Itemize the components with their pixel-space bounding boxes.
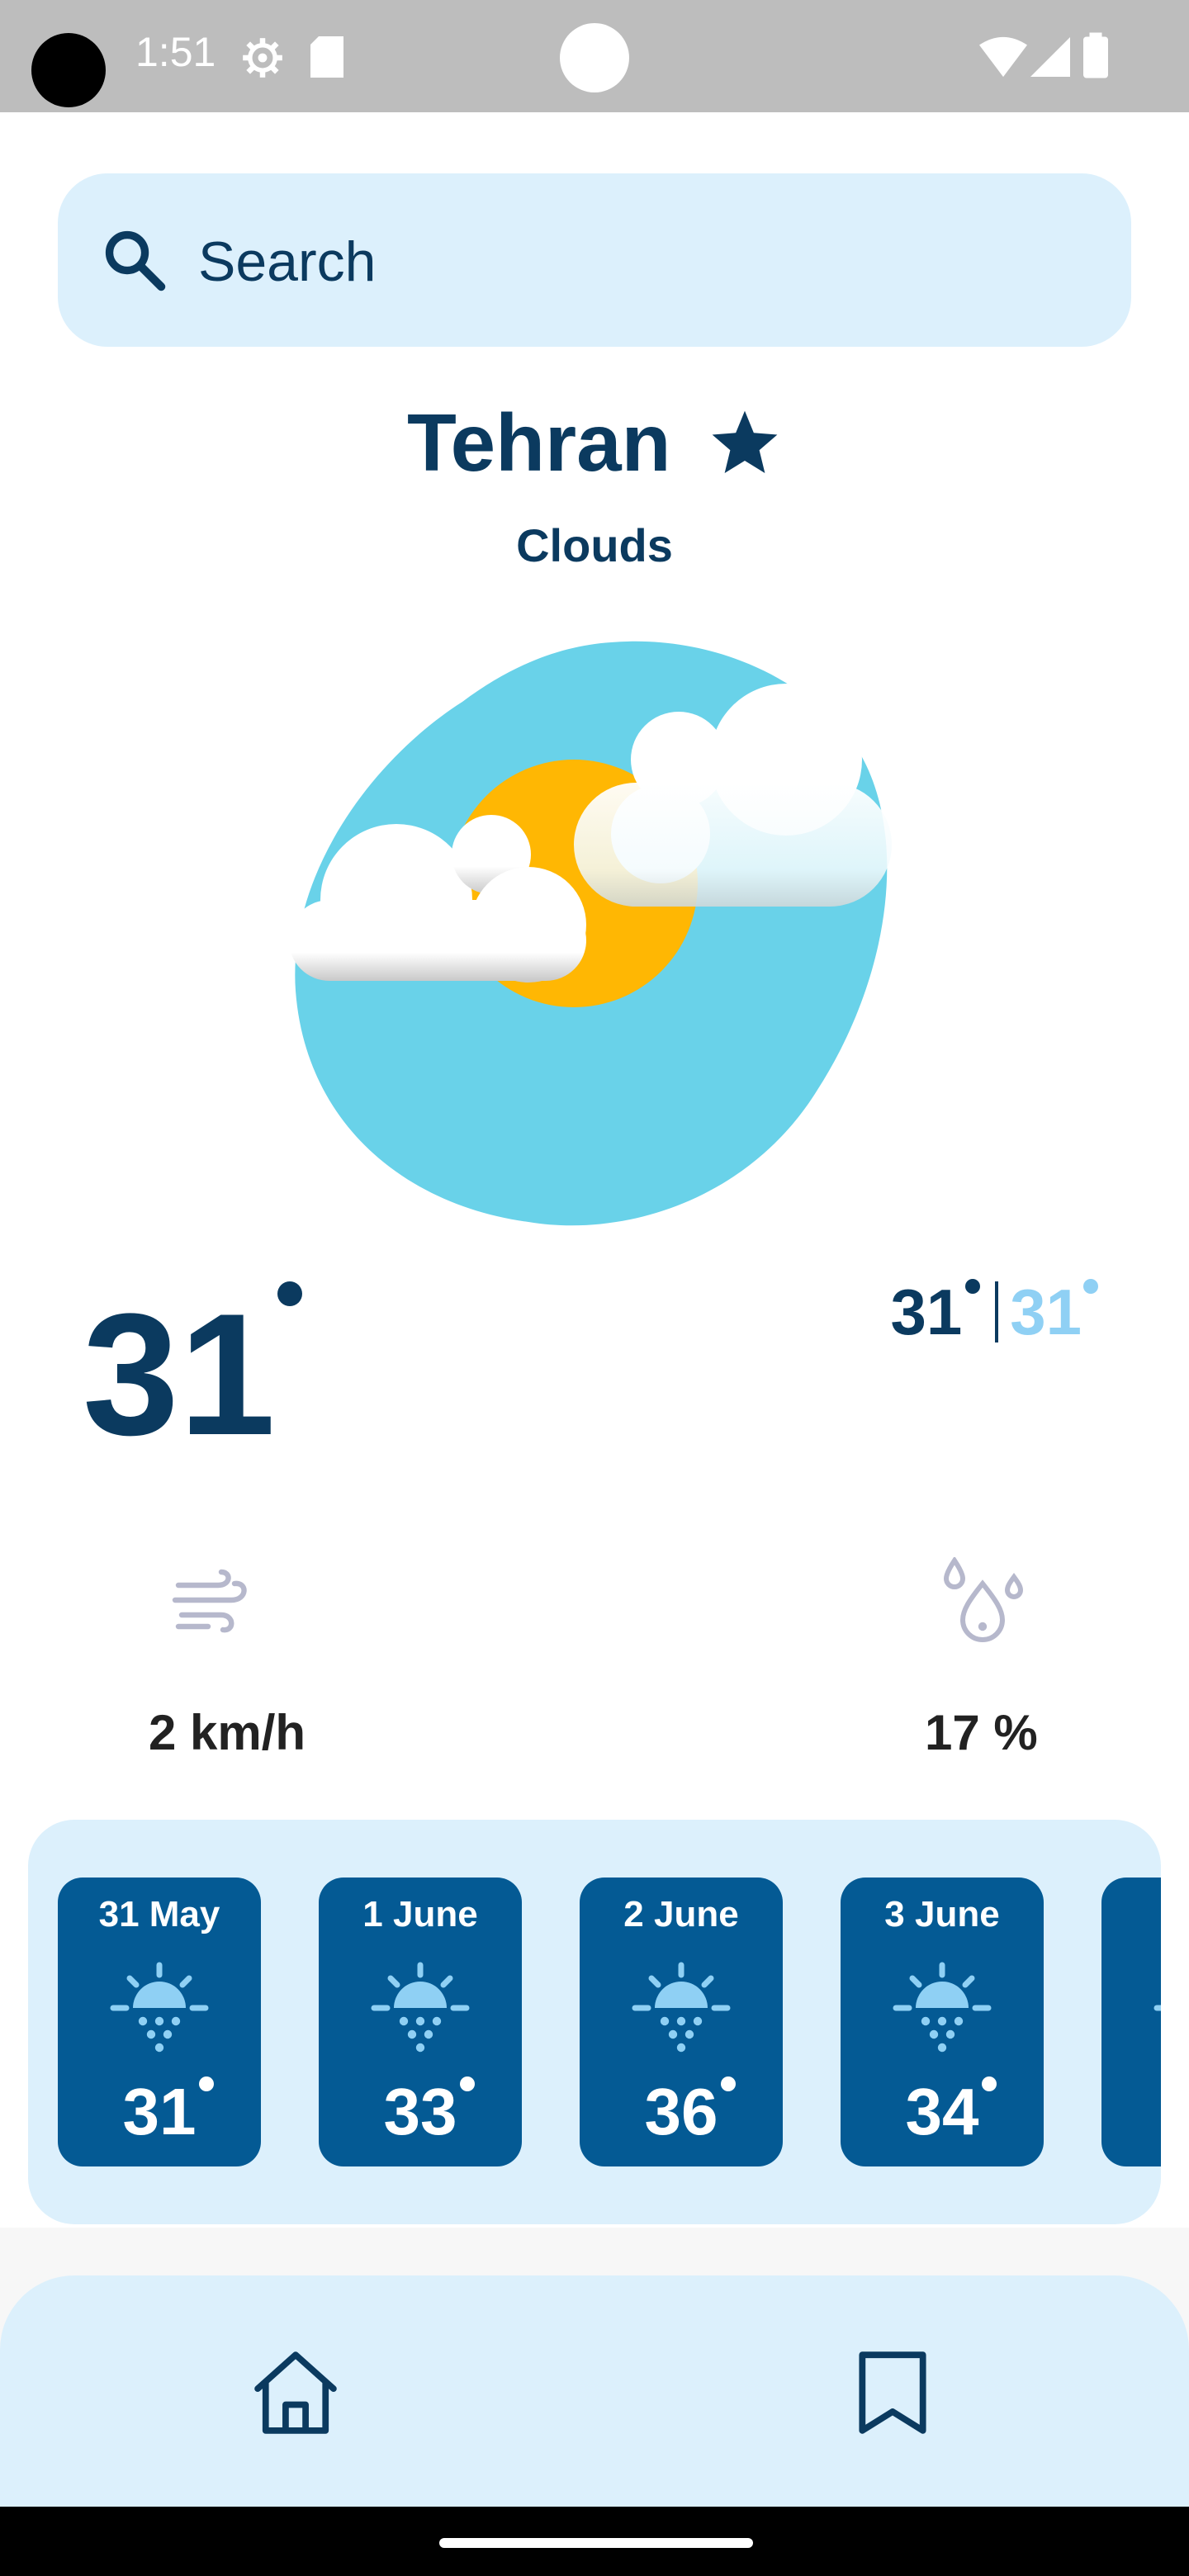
forecast-temp: 36 xyxy=(644,2075,718,2148)
wifi-icon xyxy=(979,36,1027,78)
search-icon[interactable] xyxy=(99,225,170,296)
forecast-date: 4 xyxy=(1101,1894,1161,1935)
forecast-temp-wrap: 34 xyxy=(841,2079,1044,2145)
search-input[interactable] xyxy=(197,221,1026,302)
forecast-date: 31 May xyxy=(98,1894,220,1934)
bookmark-icon[interactable] xyxy=(847,2345,938,2441)
forecast-temp: 31 xyxy=(122,2075,197,2148)
high-temperature: 31 xyxy=(890,1276,983,1348)
forecast-card[interactable]: 3 June 34 xyxy=(841,1878,1044,2166)
forecast-temp: 34 xyxy=(905,2075,979,2148)
forecast-temp-wrap: 3 xyxy=(1101,2079,1161,2145)
camera-cutout xyxy=(31,33,106,107)
sun-rain-icon xyxy=(632,1958,731,2057)
bottom-navigation xyxy=(0,2275,1189,2523)
sun-rain-icon xyxy=(1153,1958,1161,2057)
front-camera xyxy=(560,23,629,92)
forecast-temp-wrap: 33 xyxy=(319,2079,522,2145)
city-header: Tehran xyxy=(0,396,1189,490)
home-icon[interactable] xyxy=(248,2345,343,2441)
settings-icon xyxy=(243,38,282,78)
status-bar: 1:51 xyxy=(0,0,1189,112)
forecast-date: 1 June xyxy=(362,1894,478,1934)
forecast-card[interactable]: 2 June 36 xyxy=(580,1878,783,2166)
sd-card-icon xyxy=(310,36,343,78)
low-temperature: 31 xyxy=(1010,1276,1098,1348)
sun-rain-icon xyxy=(371,1958,470,2057)
forecast-list[interactable]: 31 May 31 1 June 33 2 June 36 3 June 34 … xyxy=(58,1878,1161,2166)
search-bar[interactable] xyxy=(58,173,1131,347)
current-temperature: 31 xyxy=(83,1277,276,1471)
forecast-card[interactable]: 4 3 xyxy=(1101,1878,1161,2166)
degree-mark xyxy=(277,1281,302,1306)
forecast-date: 2 June xyxy=(623,1894,739,1934)
cloudy-sun-illustration xyxy=(289,641,892,1226)
status-time: 1:51 xyxy=(135,29,216,75)
sun-rain-icon xyxy=(110,1958,209,2057)
weather-condition: Clouds xyxy=(516,519,673,571)
wind-icon xyxy=(172,1569,247,1633)
home-gesture-handle[interactable] xyxy=(439,2538,753,2548)
divider xyxy=(995,1281,999,1342)
forecast-card[interactable]: 31 May 31 xyxy=(58,1878,261,2166)
humidity-value: 17 % xyxy=(925,1705,1038,1760)
humidity-icon xyxy=(943,1557,1024,1642)
sun-rain-icon xyxy=(893,1958,992,2057)
forecast-temp-wrap: 36 xyxy=(580,2079,783,2145)
forecast-panel[interactable]: 31 May 31 1 June 33 2 June 36 3 June 34 … xyxy=(28,1820,1161,2224)
forecast-card[interactable]: 1 June 33 xyxy=(319,1878,522,2166)
city-name: Tehran xyxy=(407,397,671,488)
forecast-temp-wrap: 31 xyxy=(58,2079,261,2145)
wind-speed: 2 km/h xyxy=(149,1705,306,1760)
star-icon[interactable] xyxy=(708,406,782,481)
forecast-date: 3 June xyxy=(884,1894,1000,1934)
forecast-temp: 33 xyxy=(383,2075,457,2148)
battery-icon xyxy=(1083,32,1108,78)
high-low-temperature: 31 31 xyxy=(890,1280,1098,1344)
signal-icon xyxy=(1030,37,1070,77)
